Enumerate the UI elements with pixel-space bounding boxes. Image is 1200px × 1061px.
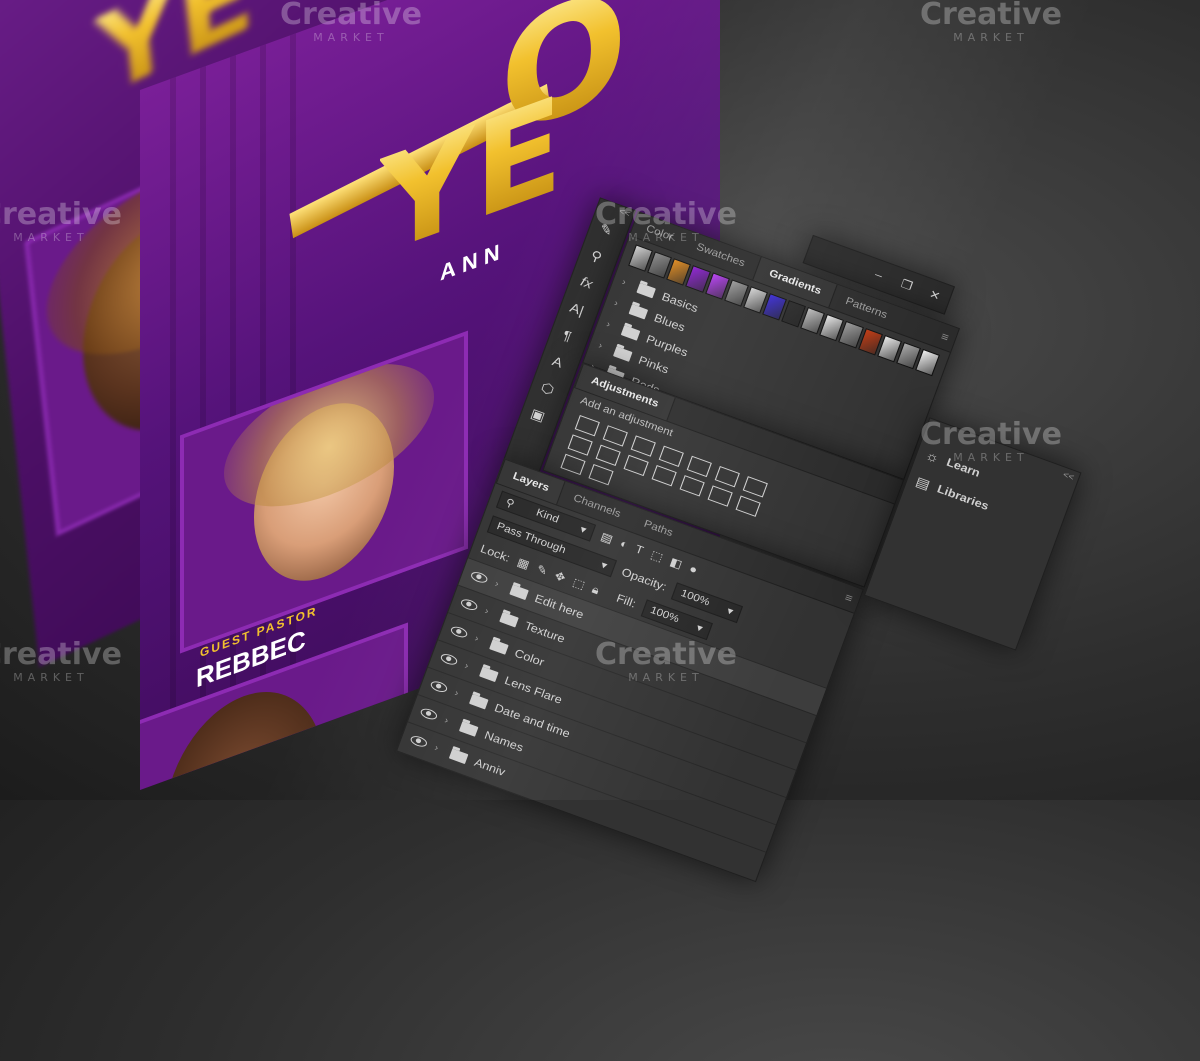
filter-pixel-icon[interactable]: ▨: [599, 530, 615, 546]
folder-icon: [449, 748, 469, 764]
layer-name: Color: [512, 646, 547, 670]
folder-icon: [459, 720, 479, 737]
folder-icon: [628, 303, 649, 320]
libraries-icon: ▤: [913, 472, 933, 492]
lightbulb-icon: ☼: [923, 446, 942, 466]
adjustment-icon[interactable]: [707, 485, 733, 507]
chevron-right-icon[interactable]: ›: [453, 688, 465, 701]
adjustment-icon[interactable]: [567, 434, 593, 456]
visibility-eye-icon[interactable]: [409, 734, 429, 749]
opacity-value: 100%: [679, 587, 712, 609]
folder-icon: [636, 282, 657, 298]
chevron-right-icon[interactable]: ›: [433, 742, 445, 755]
adjustment-icon[interactable]: [602, 425, 628, 447]
chevron-down-icon: ▾: [694, 621, 705, 635]
folder-icon: [509, 584, 530, 600]
chevron-right-icon: ›: [620, 276, 628, 288]
folder-icon: [499, 611, 519, 628]
adjustment-icon[interactable]: [595, 444, 621, 466]
lock-position-icon[interactable]: ✥: [553, 569, 568, 585]
lock-artboard-icon[interactable]: ⬚: [571, 575, 587, 591]
layer-name: Anniv: [472, 755, 508, 779]
close-button[interactable]: ✕: [918, 281, 952, 309]
chevron-right-icon[interactable]: ›: [473, 633, 485, 646]
filter-toggle-icon[interactable]: ●: [688, 562, 700, 577]
folder-icon: [613, 345, 633, 362]
adjustment-icon[interactable]: [658, 445, 684, 467]
adjustment-icon[interactable]: [574, 414, 600, 437]
chevron-down-icon: ▾: [578, 523, 588, 537]
lock-image-icon[interactable]: ✎: [535, 562, 550, 578]
watermark: CreativeMARKET: [920, 0, 1062, 44]
chevron-down-icon: ▾: [725, 604, 735, 618]
filter-adjustment-icon[interactable]: ◐: [618, 537, 630, 552]
adjustment-icon[interactable]: [560, 453, 586, 476]
adjustment-icon[interactable]: [623, 454, 649, 477]
chevron-right-icon: ›: [604, 318, 612, 330]
visibility-eye-icon[interactable]: [439, 652, 459, 667]
chevron-right-icon[interactable]: ›: [483, 606, 495, 619]
visibility-eye-icon[interactable]: [419, 706, 439, 722]
filter-shape-icon[interactable]: ⬚: [649, 548, 665, 564]
adjustment-icon[interactable]: [651, 464, 677, 487]
chevron-right-icon: ›: [612, 297, 620, 309]
chevron-right-icon: ›: [597, 340, 605, 351]
fill-value: 100%: [648, 604, 681, 626]
lock-transparent-icon[interactable]: ▦: [515, 555, 531, 571]
visibility-eye-icon[interactable]: [469, 570, 489, 585]
filter-type-icon[interactable]: T: [633, 542, 645, 557]
folder-icon: [469, 693, 489, 710]
chevron-down-icon: ▾: [599, 559, 609, 572]
search-icon: ⚲: [504, 496, 517, 510]
fill-label: Fill:: [614, 591, 638, 611]
folder-icon: [479, 666, 499, 682]
folder-icon: [489, 638, 509, 655]
visibility-eye-icon[interactable]: [459, 597, 479, 613]
lock-all-icon[interactable]: 🔒︎: [590, 582, 601, 598]
chevron-right-icon[interactable]: ›: [443, 715, 455, 728]
chevron-right-icon[interactable]: ›: [493, 578, 505, 591]
visibility-eye-icon[interactable]: [429, 679, 449, 695]
adjustment-icon[interactable]: [630, 435, 656, 457]
layer-filter-kind: Kind: [534, 506, 561, 526]
adjustment-icon[interactable]: [742, 476, 768, 498]
lock-label: Lock:: [478, 541, 512, 565]
adjustment-icon[interactable]: [588, 463, 614, 486]
filter-smart-icon[interactable]: ◧: [668, 555, 684, 571]
visibility-eye-icon[interactable]: [449, 624, 469, 640]
adjustment-icon[interactable]: [714, 465, 740, 488]
adjustment-icon[interactable]: [686, 455, 712, 478]
adjustment-icon[interactable]: [735, 495, 761, 517]
chevron-right-icon[interactable]: ›: [463, 660, 475, 673]
side-item-learn-label: Learn: [944, 455, 982, 480]
folder-icon: [620, 324, 641, 341]
adjustment-icon[interactable]: [679, 475, 705, 497]
